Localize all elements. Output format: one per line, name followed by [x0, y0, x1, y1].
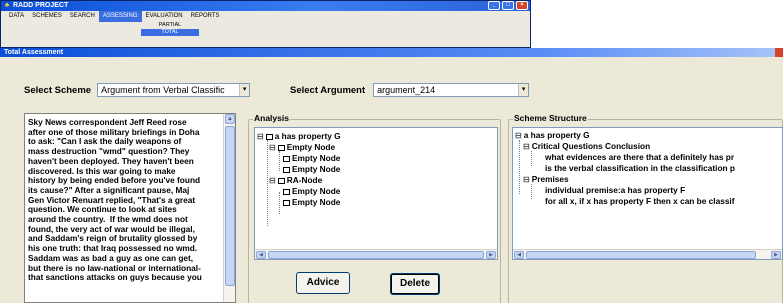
tree-connector — [279, 151, 280, 171]
advice-button[interactable]: Advice — [296, 272, 350, 294]
node-icon — [277, 144, 285, 151]
scroll-thumb[interactable] — [526, 251, 756, 259]
collapse-icon[interactable]: ⊟ — [523, 175, 530, 185]
scheme-dropdown[interactable]: Argument from Verbal Classific ▾ — [97, 83, 251, 97]
collapse-icon[interactable]: ⊟ — [515, 131, 522, 141]
maximize-button[interactable]: □ — [502, 1, 514, 10]
app-icon: ♣ — [4, 2, 10, 9]
argument-text-pane[interactable]: Sky News correspondent Jeff Reed rose af… — [24, 113, 236, 303]
minimize-button[interactable]: _ — [488, 1, 500, 10]
menu-reports[interactable]: REPORTS — [187, 11, 224, 22]
ta-title: Total Assessment — [4, 49, 64, 56]
node-icon — [283, 188, 290, 195]
chevron-down-icon[interactable]: ▾ — [518, 84, 529, 96]
argument-value: argument_214 — [377, 85, 436, 95]
structure-label: Scheme Structure — [513, 113, 588, 123]
app-titlebar: ♣ RADD PROJECT _ □ × — [1, 1, 530, 11]
chevron-down-icon[interactable]: ▾ — [239, 84, 250, 96]
structure-node[interactable]: is the verbal classification in the clas… — [545, 163, 735, 173]
scroll-up-icon[interactable]: ▲ — [225, 114, 235, 124]
submenu-partial[interactable]: PARTIAL — [141, 22, 199, 29]
analysis-node[interactable]: Empty Node — [283, 186, 340, 196]
close-button[interactable]: × — [516, 1, 528, 10]
node-icon — [283, 199, 290, 206]
tree-connector — [279, 192, 280, 214]
scheme-value: Argument from Verbal Classific — [101, 85, 225, 95]
tree-connector — [267, 140, 268, 226]
scroll-thumb[interactable] — [268, 251, 484, 259]
scheme-label: Select Scheme — [24, 84, 92, 96]
app-title: RADD PROJECT — [13, 2, 69, 9]
delete-button[interactable]: Delete — [390, 273, 440, 295]
app-window: ♣ RADD PROJECT _ □ × DATA SCHEMES SEARCH… — [0, 0, 531, 48]
structure-node[interactable]: what evidences are there that a definite… — [545, 152, 734, 162]
argument-label: Select Argument — [290, 84, 366, 96]
assessing-submenu: PARTIAL TOTAL — [141, 22, 199, 36]
analysis-tree[interactable]: ⊟ a has property G ⊟ Empty Node Empty Node… — [254, 127, 498, 260]
collapse-icon[interactable]: ⊟ — [523, 142, 530, 152]
structure-node[interactable]: ⊟ a has property G — [515, 130, 590, 141]
scroll-right-icon[interactable]: ▶ — [771, 251, 781, 259]
ta-close-button[interactable] — [775, 48, 783, 57]
node-icon — [265, 133, 273, 140]
analysis-node[interactable]: ⊟ Empty Node — [269, 142, 335, 153]
menu-search[interactable]: SEARCH — [66, 11, 99, 22]
analysis-label: Analysis — [253, 113, 290, 123]
scroll-thumb[interactable] — [225, 126, 235, 286]
collapse-icon[interactable]: ⊟ — [269, 176, 276, 186]
menu-schemes[interactable]: SCHEMES — [28, 11, 66, 22]
structure-node[interactable]: ⊟ Premises — [523, 174, 569, 185]
menu-data[interactable]: DATA — [5, 11, 28, 22]
menu-evaluation[interactable]: EVALUATION — [142, 11, 187, 22]
text-scrollbar[interactable]: ▲ — [223, 114, 235, 302]
submenu-total[interactable]: TOTAL — [141, 29, 199, 36]
scroll-left-icon[interactable]: ◀ — [514, 251, 524, 259]
tree-connector — [519, 140, 520, 194]
tree-connector — [531, 184, 532, 199]
scheme-select-row: Select Scheme Argument from Verbal Class… — [24, 82, 251, 98]
structure-tree[interactable]: ⊟ a has property G ⊟ Critical Questions Co… — [512, 127, 783, 260]
ta-titlebar: Total Assessment — [0, 48, 783, 57]
window-controls: _ □ × — [488, 1, 528, 11]
structure-hscrollbar[interactable]: ◀ ▶ — [513, 249, 782, 259]
menu-assessing[interactable]: ASSESSING — [98, 11, 142, 22]
structure-node[interactable]: ⊟ Critical Questions Conclusion — [523, 141, 650, 152]
analysis-node[interactable]: Empty Node — [283, 197, 340, 207]
node-icon — [283, 166, 290, 173]
argument-text: Sky News correspondent Jeff Reed rose af… — [28, 117, 202, 283]
tree-connector — [531, 151, 532, 166]
node-icon — [283, 155, 290, 162]
analysis-node[interactable]: Empty Node — [283, 153, 340, 163]
analysis-hscrollbar[interactable]: ◀ ▶ — [255, 249, 497, 259]
collapse-icon[interactable]: ⊟ — [257, 132, 264, 142]
node-icon — [277, 177, 285, 184]
analysis-node[interactable]: ⊟ a has property G — [257, 131, 341, 142]
analysis-node[interactable]: ⊟ RA-Node — [269, 175, 322, 186]
argument-dropdown[interactable]: argument_214 ▾ — [373, 83, 530, 97]
scroll-right-icon[interactable]: ▶ — [486, 251, 496, 259]
collapse-icon[interactable]: ⊟ — [269, 143, 276, 153]
analysis-node[interactable]: Empty Node — [283, 164, 340, 174]
menubar: DATA SCHEMES SEARCH ASSESSING EVALUATION… — [1, 11, 530, 22]
structure-node[interactable]: for all x, if x has property F then x ca… — [545, 196, 735, 206]
argument-select-row: Select Argument argument_214 ▾ — [290, 82, 530, 98]
structure-node[interactable]: individual premise:a has property F — [545, 185, 685, 195]
scroll-left-icon[interactable]: ◀ — [256, 251, 266, 259]
